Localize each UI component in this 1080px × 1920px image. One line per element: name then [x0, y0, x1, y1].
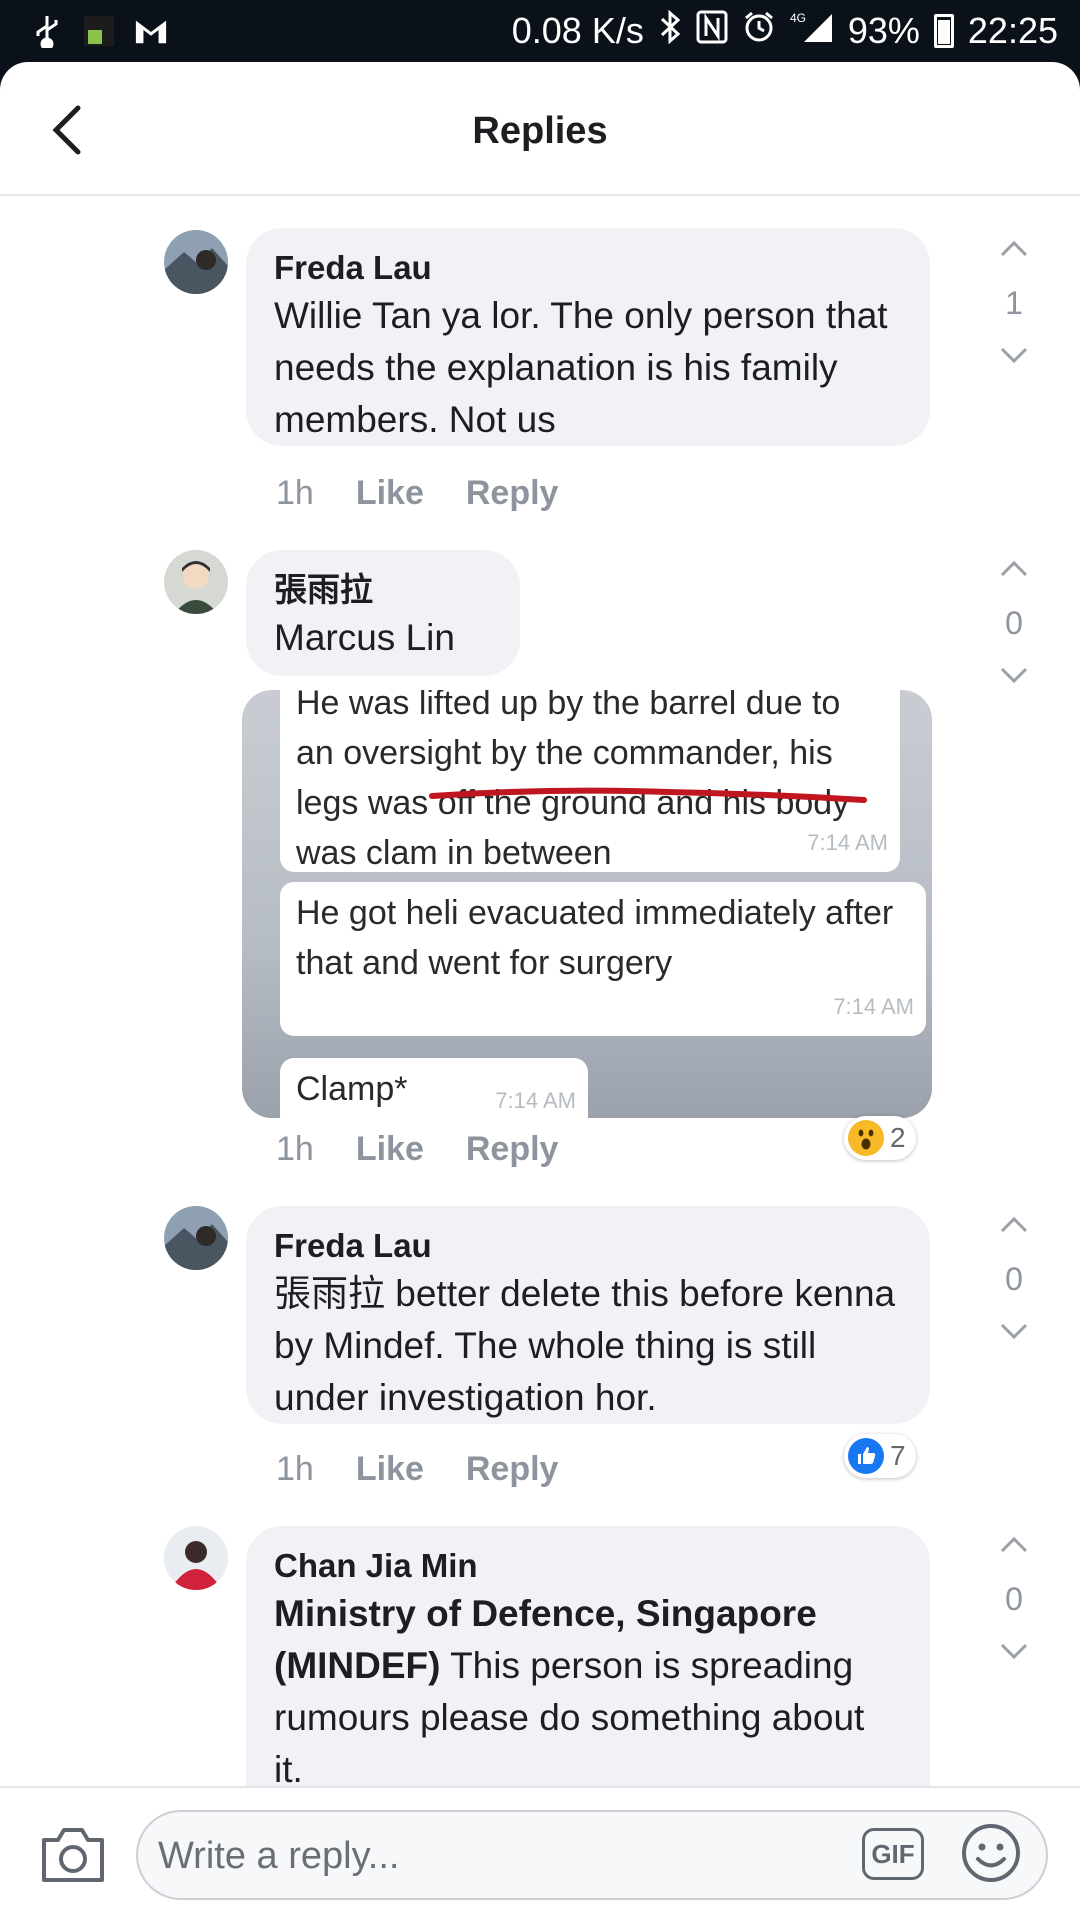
comment-author[interactable]: 張雨拉 [274, 568, 492, 612]
camera-button[interactable] [40, 1824, 106, 1884]
reaction-count: 2 [890, 1122, 906, 1153]
vote-control: 1 [984, 230, 1044, 376]
svg-text:4G: 4G [790, 11, 806, 25]
reaction-count: 7 [890, 1440, 906, 1471]
comment-actions: 1h Like Reply [276, 1130, 558, 1169]
vote-control: 0 [984, 550, 1044, 696]
emoji-icon [962, 1824, 1020, 1882]
emoji-button[interactable] [960, 1822, 1022, 1884]
reply-button[interactable]: Reply [466, 474, 559, 513]
comment-mention[interactable]: 張雨拉 [274, 1273, 385, 1314]
reply-input[interactable] [158, 1820, 838, 1892]
comment-bubble: Freda Lau Willie Tan ya lor. The only pe… [246, 228, 930, 446]
chevron-down-icon[interactable] [984, 336, 1044, 376]
vote-control: 0 [984, 1526, 1044, 1672]
chevron-up-icon[interactable] [984, 550, 1044, 590]
comment-text: Ministry of Defence, Singapore (MINDEF) … [274, 1588, 902, 1796]
signal-icon: 4G [790, 10, 834, 53]
reaction-summary[interactable]: 7 [844, 1434, 916, 1478]
chevron-down-icon[interactable] [984, 1312, 1044, 1352]
gif-button[interactable]: GIF [862, 1828, 924, 1880]
comment-author[interactable]: Freda Lau [274, 246, 902, 290]
chat-message-text: Clamp* [296, 1070, 408, 1108]
avatar[interactable] [164, 230, 228, 294]
like-button[interactable]: Like [356, 474, 424, 513]
like-button[interactable]: Like [356, 1130, 424, 1169]
comment-bubble: Freda Lau 張雨拉 better delete this before … [246, 1206, 930, 1424]
vote-control: 0 [984, 1206, 1044, 1352]
header: Replies [0, 62, 1080, 196]
status-bar: 0.08 K/s 4G 93% 22:25 [0, 0, 1080, 62]
vote-count: 1 [1005, 285, 1023, 321]
chat-message-time: 7:14 AM [833, 994, 914, 1019]
comment-bubble: Chan Jia Min Ministry of Defence, Singap… [246, 1526, 930, 1826]
chat-message-time: 7:14 AM [495, 1088, 576, 1113]
avatar[interactable] [164, 1206, 228, 1270]
comment-time[interactable]: 1h [276, 1130, 314, 1169]
bluetooth-icon [658, 9, 682, 53]
reply-input-box[interactable]: GIF [136, 1810, 1048, 1900]
chat-message-text: He got heli evacuated immediately after … [296, 894, 894, 982]
comment-author[interactable]: Chan Jia Min [274, 1544, 902, 1588]
reply-button[interactable]: Reply [466, 1450, 559, 1489]
reply-composer: GIF [0, 1786, 1080, 1920]
comment-text: Willie Tan ya lor. The only person that … [274, 295, 888, 440]
chat-message-text: He was lifted up by the barrel due to an… [296, 690, 850, 872]
reply-button[interactable]: Reply [466, 1130, 559, 1169]
vote-count: 0 [1005, 1581, 1023, 1617]
avatar[interactable] [164, 1526, 228, 1590]
wow-reaction-icon [848, 1120, 884, 1156]
comment-author[interactable]: Freda Lau [274, 1224, 902, 1268]
comment-actions: 1h Like Reply [276, 1450, 558, 1489]
comment-actions: 1h Like Reply [276, 474, 558, 513]
comment-time[interactable]: 1h [276, 1450, 314, 1489]
alarm-icon [742, 10, 776, 53]
battery-icon [933, 14, 954, 48]
chat-message-time: 7:14 AM [807, 830, 888, 855]
vote-count: 0 [1005, 1261, 1023, 1297]
chevron-up-icon[interactable] [984, 1206, 1044, 1246]
chat-message: Clamp* 7:14 AM [280, 1058, 588, 1118]
chevron-up-icon[interactable] [984, 1526, 1044, 1566]
like-reaction-icon [848, 1438, 884, 1474]
chevron-down-icon[interactable] [984, 1632, 1044, 1672]
nfc-icon [696, 10, 728, 53]
chat-message: He was lifted up by the barrel due to an… [280, 690, 900, 872]
chevron-down-icon[interactable] [984, 656, 1044, 696]
clock: 22:25 [967, 10, 1058, 51]
page-title: Replies [472, 110, 608, 152]
notification-icon [82, 14, 116, 48]
comment-text: 張雨拉 better delete this before kenna by M… [274, 1268, 902, 1424]
replies-screen: Replies Freda Lau Willie Tan ya lor. The… [0, 62, 1080, 1920]
avatar[interactable] [164, 550, 228, 614]
comment-attachment-image[interactable]: He was lifted up by the barrel due to an… [242, 690, 932, 1118]
vote-count: 0 [1005, 605, 1023, 641]
battery-percent: 93% [847, 10, 920, 51]
net-speed: 0.08 K/s [511, 10, 644, 51]
gmail-icon [134, 14, 168, 48]
chat-message: He got heli evacuated immediately after … [280, 882, 926, 1036]
usb-icon [30, 14, 64, 48]
red-underline-annotation [429, 787, 867, 803]
like-button[interactable]: Like [356, 1450, 424, 1489]
comment-time[interactable]: 1h [276, 474, 314, 513]
camera-icon [42, 1828, 104, 1882]
comment-text: Marcus Lin [274, 617, 455, 658]
comment-bubble: 張雨拉 Marcus Lin [246, 550, 520, 676]
reaction-summary[interactable]: 2 [844, 1116, 916, 1160]
chevron-up-icon[interactable] [984, 230, 1044, 270]
